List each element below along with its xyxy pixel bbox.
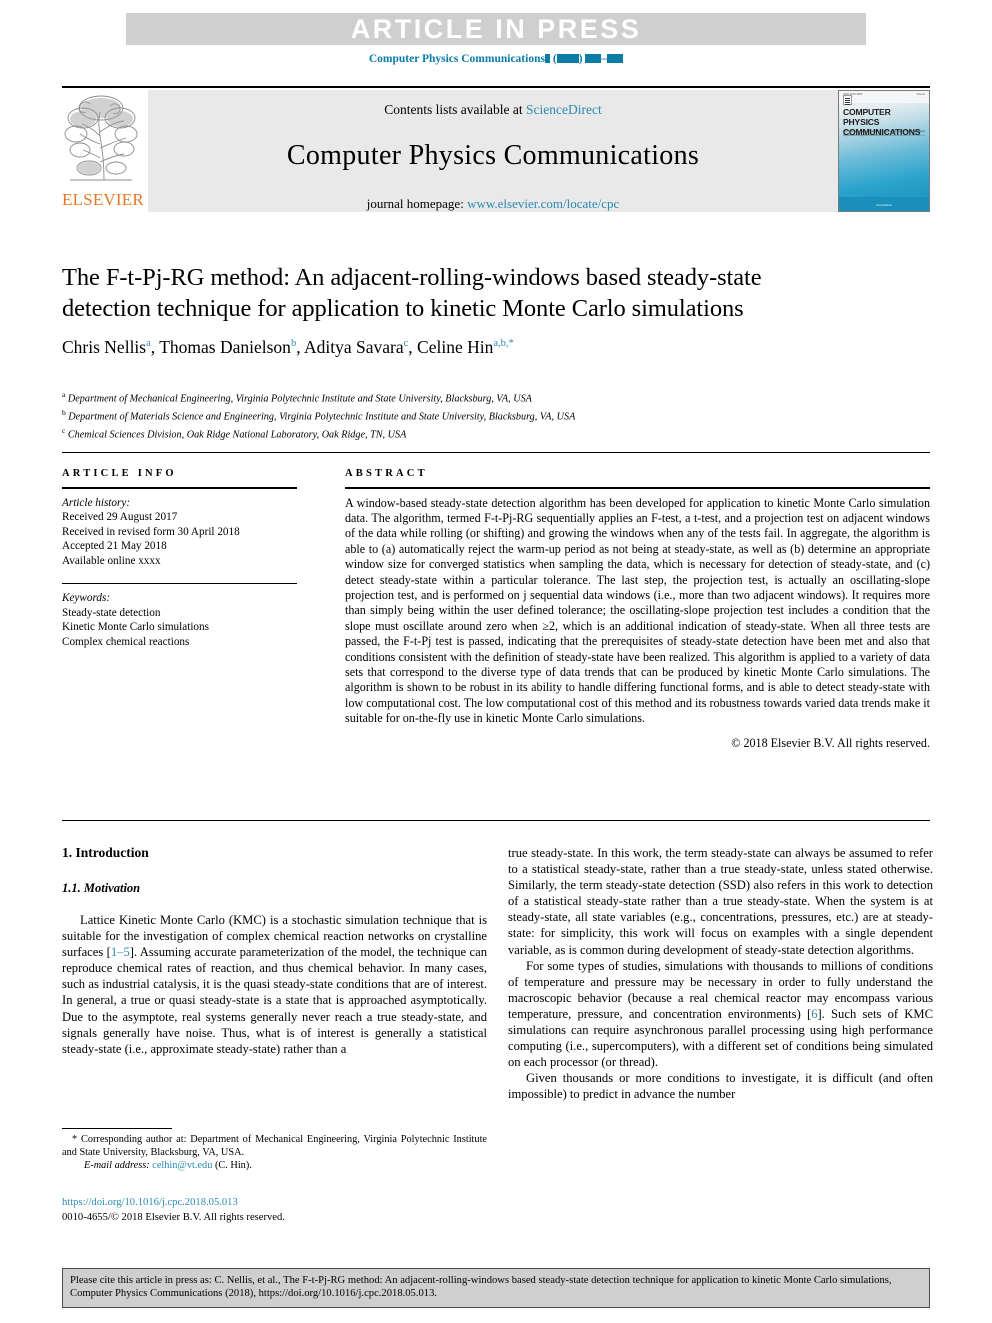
cover-volume-caption: Volume: [916, 93, 925, 96]
article-info-mid-rule: [62, 582, 297, 585]
year-placeholder-block: [556, 54, 579, 63]
affiliation-item: b Department of Materials Science and En…: [62, 406, 812, 424]
masthead: ELSEVIER Contents lists available at Sci…: [62, 90, 930, 212]
article-info-heading: ARTICLE INFO: [62, 468, 177, 479]
paragraph: Given thousands or more conditions to in…: [508, 1071, 933, 1102]
footnote-block: * Corresponding author at: Department of…: [62, 1133, 487, 1173]
affiliation-text: Department of Materials Science and Engi…: [68, 411, 576, 423]
elsevier-tree-icon: [64, 92, 138, 186]
article-info-heading-rule: [62, 487, 297, 489]
title-block: The F-t-Pj-RG method: An adjacent-rollin…: [62, 262, 762, 358]
email-suffix: (C. Hin).: [214, 1160, 252, 1172]
abstract-heading: ABSTRACT: [345, 468, 428, 479]
page-title: The F-t-Pj-RG method: An adjacent-rollin…: [62, 264, 762, 322]
article-history-block: Article history: Received 29 August 2017…: [62, 496, 320, 569]
abstract-panel: ABSTRACT A window-based steady-state det…: [345, 468, 930, 751]
article-in-press-banner: ARTICLE IN PRESS: [126, 13, 866, 45]
article-history-item: Received 29 August 2017: [62, 511, 178, 524]
keyword-item: Kinetic Monte Carlo simulations: [62, 621, 209, 634]
abstract-heading-rule: [345, 487, 930, 489]
author-name: Chris Nellis: [62, 336, 147, 357]
affiliation-item: c Chemical Sciences Division, Oak Ridge …: [62, 424, 812, 442]
doi-block: https://doi.org/10.1016/j.cpc.2018.05.01…: [62, 1196, 487, 1225]
contents-prefix: Contents lists available at: [384, 102, 526, 117]
keyword-item: Steady-state detection: [62, 606, 161, 619]
keywords-label: Keywords:: [62, 592, 111, 605]
journal-homepage-line: journal homepage: www.elsevier.com/locat…: [367, 196, 620, 212]
paragraph-text-part: ]. Assuming accurate parameterization of…: [62, 945, 487, 1056]
doi-link[interactable]: https://doi.org/10.1016/j.cpc.2018.05.01…: [62, 1196, 487, 1211]
running-head-journal: Computer Physics Communications: [368, 53, 545, 65]
body-column-right: true steady-state. In this work, the ter…: [508, 845, 933, 1103]
article-history-item: Accepted 21 May 2018: [62, 540, 167, 553]
journal-title: Computer Physics Communications: [286, 140, 700, 171]
masthead-center-panel: Contents lists available at ScienceDirec…: [148, 90, 838, 212]
cover-footer-caption: ScienceDirect: [875, 204, 892, 207]
email-link[interactable]: celhin@vt.edu: [152, 1160, 212, 1171]
article-info-panel: ARTICLE INFO Article history: Received 2…: [62, 468, 320, 650]
affiliation-text: Chemical Sciences Division, Oak Ridge Na…: [67, 428, 407, 440]
author-list: Chris Nellisa, Thomas Danielsonb, Aditya…: [62, 336, 514, 357]
journal-homepage-link[interactable]: www.elsevier.com/locate/cpc: [467, 196, 619, 211]
contents-available-line: Contents lists available at ScienceDirec…: [384, 102, 601, 118]
running-head: Computer Physics Communications () –: [0, 53, 992, 65]
paragraph: For some types of studies, simulations w…: [508, 958, 933, 1071]
cover-issn-caption: ISSN 0010-4655: [843, 93, 863, 96]
affiliation-text: Department of Mechanical Engineering, Vi…: [67, 393, 532, 405]
author-affiliation-mark[interactable]: a,b,*: [493, 338, 513, 349]
affiliation-mark: a: [62, 390, 66, 399]
page-start-placeholder-block: [585, 54, 602, 63]
author-name: Aditya Savara: [303, 336, 404, 357]
keyword-item: Complex chemical reactions: [62, 635, 190, 648]
author-name: Thomas Danielson: [159, 336, 291, 357]
article-history-item: Available online xxxx: [62, 554, 161, 567]
cover-publisher-mark-icon: [843, 95, 852, 105]
info-abstract-bottom-rule: [62, 820, 930, 821]
keywords-block: Keywords: Steady-state detection Kinetic…: [62, 591, 320, 649]
cover-divider: [843, 135, 925, 136]
cover-title-line1: COMPUTER PHYSICS: [843, 107, 891, 127]
elsevier-wordmark: ELSEVIER: [62, 190, 144, 209]
journal-cover-thumbnail: ISSN 0010-4655 Volume COMPUTER PHYSICS C…: [838, 90, 930, 212]
subsection-heading-motivation: 1.1. Motivation: [62, 881, 141, 895]
abstract-text: A window-based steady-state detection al…: [345, 495, 930, 726]
author-name: Celine Hin: [417, 336, 494, 357]
paragraph: true steady-state. In this work, the ter…: [508, 846, 933, 957]
author-affiliation-mark[interactable]: a: [146, 338, 151, 349]
info-abstract-top-rule: [62, 452, 930, 453]
elsevier-tree-svg: [64, 95, 138, 181]
page-end-placeholder-block: [607, 54, 624, 63]
affiliation-mark: b: [62, 407, 66, 417]
body-column-left: 1. Introduction 1.1. Motivation Lattice …: [62, 845, 487, 1057]
elsevier-logo: ELSEVIER: [62, 90, 144, 212]
author-affiliation-mark[interactable]: c: [404, 338, 409, 349]
issn-copyright: 0010-4655/© 2018 Elsevier B.V. All right…: [62, 1211, 285, 1223]
please-cite-text: Please cite this article in press as: C.…: [70, 1275, 892, 1300]
affiliation-mark: c: [62, 425, 66, 435]
article-history-item: Received in revised form 30 April 2018: [62, 525, 240, 538]
affiliation-list: a Department of Mechanical Engineering, …: [62, 388, 812, 441]
volume-placeholder-block: [544, 54, 550, 63]
masthead-top-rule: [62, 86, 930, 88]
affiliation-item: a Department of Mechanical Engineering, …: [62, 388, 812, 406]
homepage-prefix: journal homepage:: [366, 196, 468, 211]
email-note: E-mail address: celhin@vt.edu (C. Hin).: [62, 1159, 487, 1172]
cover-subtitle: An international journal and program lib…: [843, 129, 925, 137]
abstract-copyright: © 2018 Elsevier B.V. All rights reserved…: [731, 735, 930, 750]
author-affiliation-mark[interactable]: b: [291, 338, 296, 349]
email-label: E-mail address:: [84, 1160, 150, 1172]
footnote-separator-rule: [62, 1128, 172, 1129]
corresponding-author-note: * Corresponding author at: Department of…: [62, 1134, 487, 1159]
article-history-label: Article history:: [62, 496, 131, 509]
paragraph: Lattice Kinetic Monte Carlo (KMC) is a s…: [62, 912, 487, 1057]
article-in-press-label: ARTICLE IN PRESS: [350, 13, 642, 44]
citation-link[interactable]: 1–5: [111, 945, 130, 959]
please-cite-box: Please cite this article in press as: C.…: [62, 1268, 930, 1308]
sciencedirect-link[interactable]: ScienceDirect: [526, 102, 602, 117]
section-heading-introduction: 1. Introduction: [62, 845, 149, 860]
